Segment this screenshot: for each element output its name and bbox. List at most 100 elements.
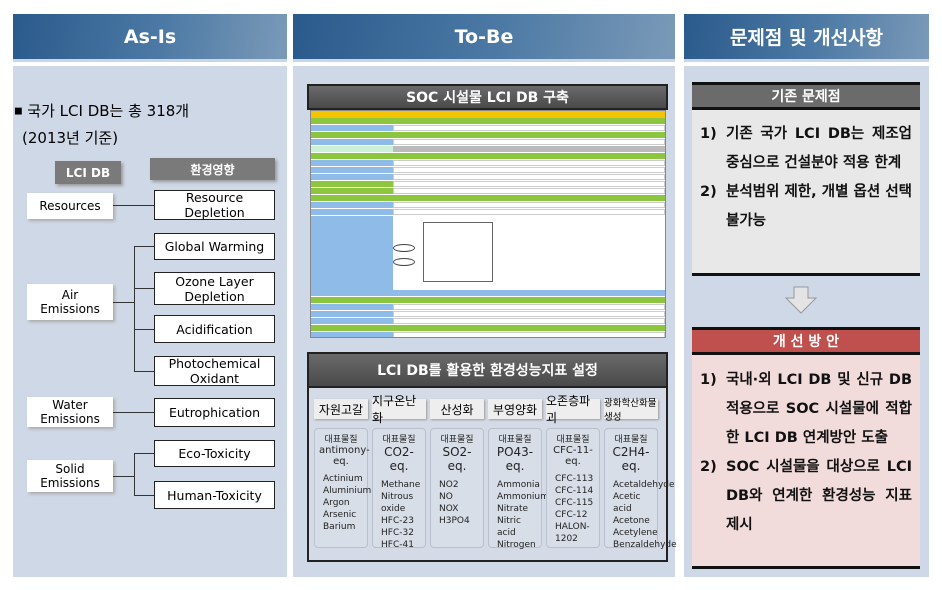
substance-item: Nitrogen <box>497 540 536 550</box>
solution-title: 개 선 방 안 <box>692 327 920 355</box>
substance-item: NO <box>439 492 453 502</box>
substance-column: 대표물질 CFC-11-eq. CFC-113 CFC-114 CFC-115 CFC-1… <box>546 428 600 548</box>
connector <box>134 329 154 330</box>
substance-item: HFC-41 <box>381 540 414 550</box>
impact-ozone-depletion: Ozone Layer Depletion <box>154 272 275 305</box>
substance-item: Actinium <box>323 474 363 484</box>
equivalent-unit: CFC-11-eq. <box>553 445 593 467</box>
item-text: SOC 시설물을 대상으로 LCI DB와 연계한 환경성능 지표 제시 <box>726 459 912 533</box>
impact-photochemical-oxidant: Photochemical Oxidant <box>154 356 275 386</box>
lci-water-emissions: Water Emissions <box>27 397 113 427</box>
process-info-table-image <box>310 110 666 338</box>
lci-resources: Resources <box>27 193 113 219</box>
substance-column: 대표물질 PO43-eq. Ammonia Ammonium Nitrate Nitric… <box>488 428 549 550</box>
impact-eco-toxicity: Eco-Toxicity <box>154 440 275 467</box>
substance-item: NO2 <box>439 480 459 490</box>
rep-label: 대표물질 <box>498 435 532 445</box>
rep-label: 대표물질 <box>324 435 358 445</box>
substance-item: Argon <box>323 498 350 508</box>
item-number: 2) <box>700 184 717 200</box>
substance-item: CFC-12 <box>555 510 588 520</box>
impact-category: 산성화 <box>430 399 484 419</box>
substance-item: CFC-113 <box>555 474 594 484</box>
substance-item: H3PO4 <box>439 516 470 526</box>
rep-label: 대표물질 <box>556 435 590 445</box>
substance-item: Benzaldehyde <box>613 540 677 550</box>
item-number: 2) <box>700 459 717 475</box>
connector <box>134 246 154 247</box>
impact-category: 오존층파괴 <box>546 394 600 425</box>
connector <box>134 371 154 372</box>
substance-column: 대표물질 SO2-eq. NO2 NO NOX H3PO4 <box>430 428 484 548</box>
header-as-is: As-Is <box>13 14 287 62</box>
problem-title: 기존 문제점 <box>692 82 920 110</box>
substance-column: 대표물질 C2H4-eq. Acetaldehyde Acetic acid Aceto… <box>604 428 677 550</box>
solution-item: 1) 국내·외 LCI DB 및 신규 DB 적용으로 SOC 시설물에 적합한 … <box>700 366 912 453</box>
impact-global-warming: Global Warming <box>154 233 275 260</box>
down-arrow-icon <box>784 286 818 318</box>
equivalent-unit: PO43-eq. <box>496 445 534 473</box>
substance-item: Acetic acid <box>613 492 641 514</box>
substance-item: HFC-32 <box>381 528 414 538</box>
connector <box>113 476 134 477</box>
substance-item: CFC-114 <box>555 486 594 496</box>
lci-solid-emissions: Solid Emissions <box>27 460 113 492</box>
substance-item: CFC-115 <box>555 498 594 508</box>
lci-db-header: LCI DB <box>55 161 121 184</box>
rep-label: 대표물질 <box>440 435 474 445</box>
problem-list: 1) 기존 국가 LCI DB는 제조업 중심으로 건설분야 적용 한계 2) 분석… <box>692 110 920 236</box>
impact-category: 부영양화 <box>488 399 542 419</box>
solution-list: 1) 국내·외 LCI DB 및 신규 DB 적용으로 SOC 시설물에 적합한 … <box>692 356 920 540</box>
rep-label: 대표물질 <box>382 435 416 445</box>
connector <box>134 453 154 454</box>
impact-human-toxicity: Human-Toxicity <box>154 481 275 509</box>
connector <box>113 205 154 206</box>
summary-text: 국가 LCI DB는 총 318개 <box>27 102 190 120</box>
rep-label: 대표물질 <box>614 435 648 445</box>
lci-air-emissions: Air Emissions <box>27 284 113 320</box>
connector <box>134 495 154 496</box>
substance-item: Acetaldehyde <box>613 480 675 490</box>
substance-item: NOX <box>439 504 459 514</box>
item-text: 분석범위 제한, 개별 옵션 선택 불가능 <box>726 184 912 229</box>
header-issues: 문제점 및 개선사항 <box>684 14 929 62</box>
equivalent-unit: antimony-eq. <box>319 445 370 467</box>
connector <box>134 246 135 371</box>
impact-eutrophication: Eutrophication <box>154 398 275 427</box>
as-is-summary: ■ 국가 LCI DB는 총 318개 (2013년 기준) <box>14 98 189 151</box>
soc-db-title: SOC 시설물 LCI DB 구축 <box>307 84 668 110</box>
impact-category: 지구온난화 <box>372 394 426 425</box>
problem-item: 1) 기존 국가 LCI DB는 제조업 중심으로 건설분야 적용 한계 <box>700 120 912 178</box>
impact-category: 자원고갈 <box>314 399 368 419</box>
connector <box>113 302 134 303</box>
substance-item: Barium <box>323 522 356 532</box>
substance-column: 대표물질 antimony-eq. Actinium Aluminium Argon Ar… <box>314 428 372 548</box>
substance-item: Ammonia <box>497 480 540 490</box>
bullet-icon: ■ <box>14 106 23 117</box>
item-number: 1) <box>700 372 717 388</box>
item-number: 1) <box>700 126 717 142</box>
item-text: 기존 국가 LCI DB는 제조업 중심으로 건설분야 적용 한계 <box>726 126 912 171</box>
substance-item: HFC-23 <box>381 516 414 526</box>
impact-category: 광화학산화물생성 <box>604 398 658 423</box>
summary-subtext: (2013년 기준) <box>22 128 119 147</box>
substance-item: Acetylene <box>613 528 658 538</box>
header-to-be: To-Be <box>293 14 675 62</box>
substance-item: Ammonium <box>497 492 549 502</box>
problem-item: 2) 분석범위 제한, 개별 옵션 선택 불가능 <box>700 178 912 236</box>
equivalent-unit: SO2-eq. <box>442 445 472 473</box>
substance-item: Acetone <box>613 516 650 526</box>
connector <box>113 412 154 413</box>
solution-item: 2) SOC 시설물을 대상으로 LCI DB와 연계한 환경성능 지표 제시 <box>700 453 912 540</box>
substance-item: Arsenic <box>323 510 357 520</box>
indicator-title: LCI DB를 활용한 환경성능지표 설정 <box>307 352 668 388</box>
substance-column: 대표물질 CO2-eq. Methane Nitrous oxide HFC-23 HFC… <box>372 428 426 550</box>
substance-item: Nitrate <box>497 504 529 514</box>
substance-item: Aluminium <box>323 486 372 496</box>
substance-item: Nitrous oxide <box>381 492 414 514</box>
impact-header: 환경영향 <box>150 158 275 180</box>
impact-resource-depletion: Resource Depletion <box>154 190 275 220</box>
equivalent-unit: CO2-eq. <box>384 445 414 473</box>
impact-acidification: Acidification <box>154 315 275 343</box>
equivalent-unit: C2H4-eq. <box>612 445 650 473</box>
